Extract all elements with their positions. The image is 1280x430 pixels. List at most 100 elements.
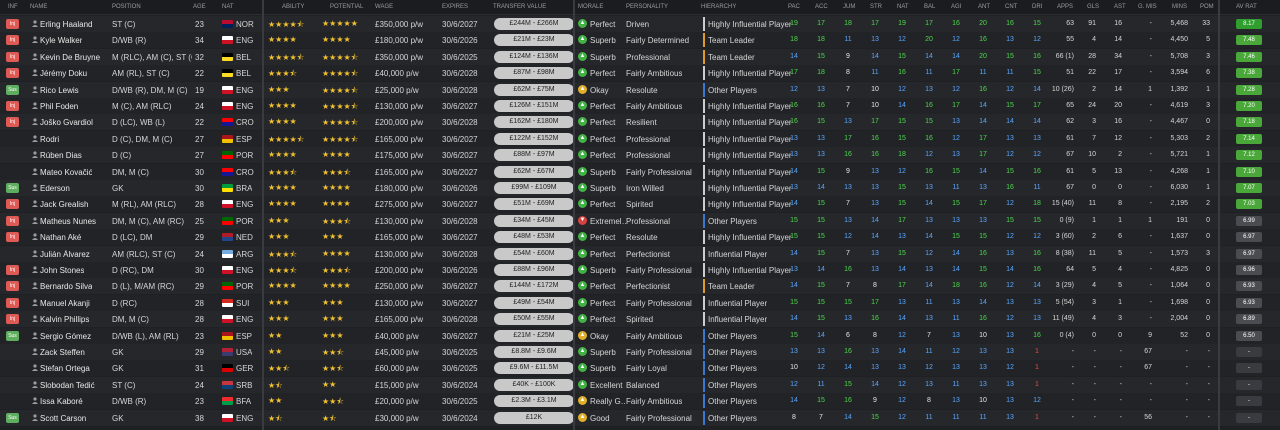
player-name[interactable]: Bernardo Silva	[40, 282, 92, 291]
morale-icon: ▲	[578, 117, 587, 127]
table-row[interactable]: Inj Jack Grealish M (RL), AM (RLC) 28 ENG ★★★…	[0, 196, 1280, 213]
attribute-value: 18	[790, 36, 798, 44]
col-gmis[interactable]: G. MIS	[1138, 4, 1157, 10]
col-agi[interactable]: AGI	[951, 4, 961, 10]
player-name[interactable]: Erling Haaland	[40, 20, 92, 29]
col-name[interactable]: NAME	[30, 4, 47, 10]
col-expires[interactable]: EXPIRES	[442, 4, 468, 10]
table-row[interactable]: Issa Kaboré D/WB (R) 23 BFA ★★ ★★⯪ £20,000 p/w…	[0, 393, 1280, 410]
player-name[interactable]: Joško Gvardiol	[40, 118, 93, 127]
table-row[interactable]: Julián Álvarez AM (RLC), ST (C) 24 ARG ★★★⯪ ★…	[0, 245, 1280, 262]
col-potential[interactable]: POTENTIAL	[330, 4, 363, 10]
average-rating: -	[1236, 412, 1262, 423]
table-row[interactable]: Inj Jérémy Doku AM (RL), ST (C) 22 BEL ★★★⯪ ★★…	[0, 65, 1280, 82]
col-wage[interactable]: WAGE	[375, 4, 393, 10]
table-row[interactable]: Inj Manuel Akanji D (RC) 28 SUI ★★★ ★★★ £130,00…	[0, 294, 1280, 311]
player-name[interactable]: Rodri	[40, 135, 59, 144]
table-row[interactable]: Inj Joško Gvardiol D (LC), WB (L) 22 CRO ★★★★…	[0, 114, 1280, 131]
col-mins[interactable]: MINS	[1172, 4, 1187, 10]
player-name[interactable]: Sergio Gómez	[40, 332, 91, 341]
player-name[interactable]: Slobodan Tedić	[40, 381, 95, 390]
player-name[interactable]: Phil Foden	[40, 102, 78, 111]
table-row[interactable]: Sus Sergio Gómez D/WB (L), AM (RL) 23 ESP ★★ ★…	[0, 327, 1280, 344]
player-name[interactable]: Ederson	[40, 184, 70, 193]
col-nat-attr[interactable]: NAT	[897, 4, 909, 10]
flag-icon	[222, 52, 233, 61]
table-row[interactable]: Rúben Dias D (C) 27 POR ★★★★ ★★★★ £175,000 p/w…	[0, 147, 1280, 164]
attribute-value: 13	[871, 364, 879, 372]
contract-expires: 30/6/2026	[442, 184, 478, 193]
col-bal[interactable]: BAL	[924, 4, 935, 10]
player-name[interactable]: Rico Lewis	[40, 86, 79, 95]
col-hierarchy[interactable]: HIERARCHY	[701, 4, 736, 10]
player-name[interactable]: John Stones	[40, 266, 84, 275]
col-avrat[interactable]: AV RAT	[1236, 4, 1257, 10]
player-name[interactable]: Kevin De Bruyne	[40, 53, 100, 62]
player-name[interactable]: Manuel Akanji	[40, 299, 90, 308]
attribute-value: 10	[871, 85, 879, 93]
col-ability[interactable]: ABILITY	[282, 4, 304, 10]
player-personality: Professional	[626, 134, 671, 144]
table-row[interactable]: Inj Matheus Nunes DM, M (C), AM (RC) 25 POR ★…	[0, 212, 1280, 229]
player-name[interactable]: Matheus Nunes	[40, 217, 96, 226]
attribute-value: 10	[979, 397, 987, 405]
col-apps[interactable]: APPS	[1057, 4, 1073, 10]
table-row[interactable]: Stefan Ortega GK 31 GER ★★⯪ ★★⯪ £60,000 p/w 30/…	[0, 360, 1280, 377]
attribute-value: 12	[898, 413, 906, 421]
player-name[interactable]: Kalvin Phillips	[40, 315, 89, 324]
col-personality[interactable]: PERSONALITY	[626, 4, 668, 10]
table-row[interactable]: Zack Steffen GK 29 USA ★★ ★★⯪ £45,000 p/w 30/6/…	[0, 344, 1280, 360]
table-row[interactable]: Inj Erling Haaland ST (C) 23 NOR ★★★★⯪ ★★★★★ £3…	[0, 16, 1280, 32]
player-name[interactable]: Mateo Kovačić	[40, 168, 92, 177]
player-personality: Perfectionist	[626, 249, 671, 259]
col-nat[interactable]: NAT	[222, 4, 234, 10]
player-name[interactable]: Stefan Ortega	[40, 364, 90, 373]
table-row[interactable]: Slobodan Tedić ST (C) 24 SRB ★⯪ ★★ £15,000 p/w…	[0, 376, 1280, 393]
col-position[interactable]: POSITION	[112, 4, 141, 10]
player-name[interactable]: Issa Kaboré	[40, 397, 83, 406]
player-position: M (RLC), AM (C), ST (C)	[112, 52, 192, 62]
table-row[interactable]: Sus Scott Carson GK 38 ENG ★⯪ ★⯪ £30,000 p/w 30/…	[0, 409, 1280, 426]
player-name[interactable]: Julián Álvarez	[40, 250, 90, 259]
table-row[interactable]: Sus Rico Lewis D/WB (R), DM, M (C) 19 ENG ★★★…	[0, 81, 1280, 98]
table-row[interactable]: Inj Kalvin Phillips DM, M (C) 28 ENG ★★★ ★★★ £1…	[0, 311, 1280, 328]
stat-games-missed: -	[1149, 151, 1152, 159]
col-age[interactable]: AGE	[193, 4, 206, 10]
table-row[interactable]: Sus Ederson GK 30 BRA ★★★★ ★★★★ £180,000 p/w 30/…	[0, 180, 1280, 196]
player-nationality: POR	[236, 151, 254, 161]
col-acc[interactable]: ACC	[815, 4, 828, 10]
col-gls[interactable]: GLS	[1087, 4, 1099, 10]
col-cnt[interactable]: CNT	[1005, 4, 1017, 10]
flag-icon	[222, 69, 233, 78]
col-pom[interactable]: POM	[1200, 4, 1214, 10]
col-morale[interactable]: MORALE	[578, 4, 603, 10]
table-row[interactable]: Inj Phil Foden M (C), AM (RLC) 24 ENG ★★★★ ★★★…	[0, 98, 1280, 114]
player-name[interactable]: Jérémy Doku	[40, 69, 87, 78]
stat-pom: 1	[1206, 167, 1210, 175]
table-row[interactable]: Inj Bernardo Silva D (L), M/AM (RC) 29 POR ★★…	[0, 278, 1280, 295]
table-row[interactable]: Inj John Stones D (RC), DM 30 ENG ★★★⯪ ★★★⯪ £20…	[0, 262, 1280, 278]
col-pac[interactable]: PAC	[788, 4, 800, 10]
player-name[interactable]: Kyle Walker	[40, 36, 82, 45]
col-transfer-value[interactable]: TRANSFER VALUE	[493, 4, 546, 10]
player-name[interactable]: Zack Steffen	[40, 348, 85, 357]
table-row[interactable]: Inj Nathan Aké D (LC), DM 29 NED ★★★ ★★★ £165,0…	[0, 229, 1280, 246]
table-row[interactable]: Rodri D (C), DM, M (C) 27 ESP ★★★★⯪ ★★★★⯪ £165…	[0, 130, 1280, 147]
col-ant[interactable]: ANT	[978, 4, 990, 10]
player-name[interactable]: Jack Grealish	[40, 200, 88, 209]
attribute-value: 15	[952, 167, 960, 175]
table-row[interactable]: Mateo Kovačić DM, M (C) 30 CRO ★★★⯪ ★★★⯪ £165,…	[0, 163, 1280, 180]
table-row[interactable]: Inj Kyle Walker D/WB (R) 34 ENG ★★★★ ★★★★ £180,…	[0, 32, 1280, 49]
player-name[interactable]: Nathan Aké	[40, 233, 81, 242]
col-ast[interactable]: AST	[1114, 4, 1126, 10]
col-str[interactable]: STR	[870, 4, 882, 10]
player-name[interactable]: Scott Carson	[40, 414, 86, 423]
col-dri[interactable]: DRI	[1032, 4, 1042, 10]
potential-stars: ★★★★	[322, 248, 351, 258]
player-name[interactable]: Rúben Dias	[40, 151, 82, 160]
table-row[interactable]: Inj Kevin De Bruyne M (RLC), AM (C), ST (C…	[0, 48, 1280, 65]
stat-minutes: 2,195	[1170, 200, 1188, 208]
player-wage: £30,000 p/w	[375, 413, 419, 423]
col-inf[interactable]: INF	[8, 4, 18, 10]
col-jum[interactable]: JUM	[843, 4, 855, 10]
